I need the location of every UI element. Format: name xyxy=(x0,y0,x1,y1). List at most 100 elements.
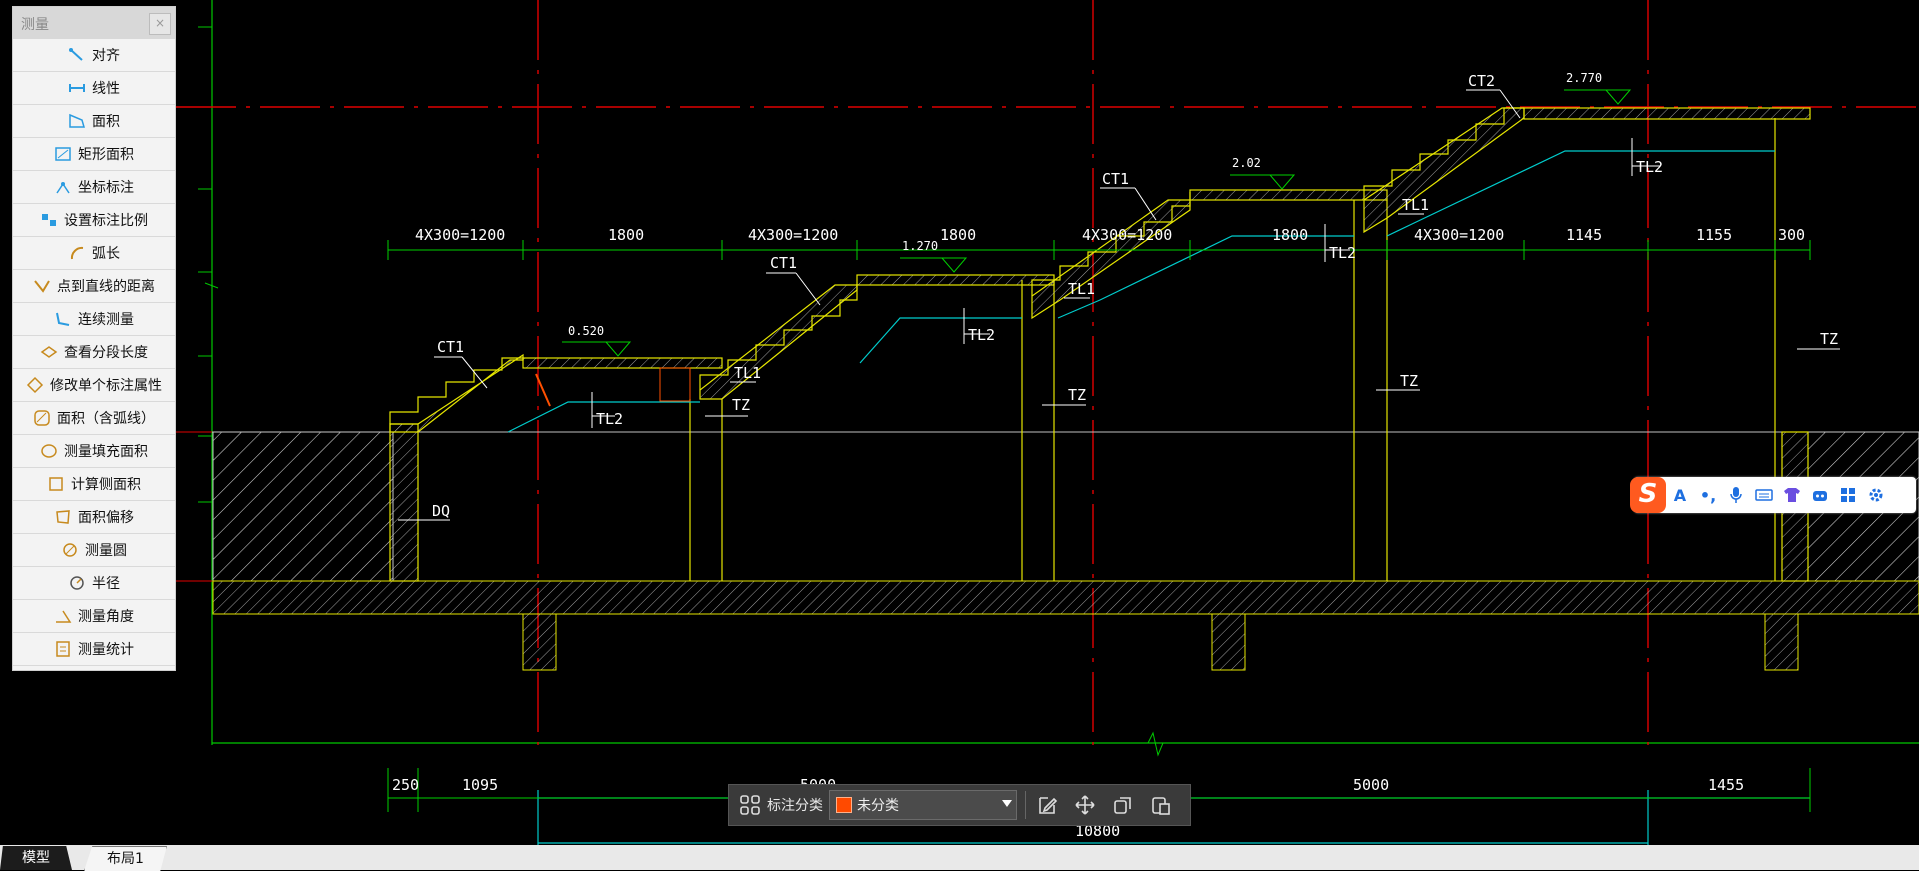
tool-scale[interactable]: 设置标注比例 xyxy=(13,204,175,237)
tool-continuous[interactable]: 连续测量 xyxy=(13,303,175,336)
measure-tool-list: 对齐 线性 面积 矩形面积 坐标标注 设置标注比例 弧长 点到直线的距离 连续测… xyxy=(13,39,175,666)
scale-icon xyxy=(42,214,56,226)
apps-grid-icon[interactable] xyxy=(1834,483,1862,507)
angle-icon xyxy=(56,610,72,623)
tool-aligned[interactable]: 对齐 xyxy=(13,39,175,72)
annotation-toolbar: 标注分类 未分类 xyxy=(728,784,1191,826)
tool-label: 测量填充面积 xyxy=(64,444,148,460)
drawing-text: 4X300=1200 1800 4X300=1200 1800 4X300=12… xyxy=(392,71,1838,840)
label-tl2-c: TL2 xyxy=(1329,244,1356,262)
measure-panel-header[interactable]: 测量 × xyxy=(13,7,175,39)
label-tl2-d: TL2 xyxy=(1636,158,1663,176)
bottom-dim-3: 5000 xyxy=(1353,776,1389,794)
segment-length-icon xyxy=(40,346,58,358)
tool-arc-area[interactable]: 面积（含弧线） xyxy=(13,402,175,435)
tool-label: 连续测量 xyxy=(78,312,134,328)
move-icon[interactable] xyxy=(1072,792,1098,818)
cad-drawing-canvas[interactable]: 4X300=1200 1800 4X300=1200 1800 4X300=12… xyxy=(0,0,1919,870)
arc-area-icon xyxy=(34,410,50,426)
keyboard-icon[interactable] xyxy=(1750,483,1778,507)
panel-title: 测量 xyxy=(21,17,49,33)
tool-circle[interactable]: 测量圆 xyxy=(13,534,175,567)
stair-structure xyxy=(389,107,1811,582)
area-icon xyxy=(69,113,85,128)
copy-icon[interactable] xyxy=(1110,792,1136,818)
label-ct1-c: CT1 xyxy=(1102,170,1129,188)
level-2: 2.02 xyxy=(1232,156,1261,170)
tab-layout1[interactable]: 布局1 xyxy=(84,846,167,871)
layout-tab-bar: 模型 布局1 xyxy=(0,845,1919,871)
label-tz-b: TZ xyxy=(1068,386,1086,404)
tool-linear[interactable]: 线性 xyxy=(13,72,175,105)
tool-label: 面积（含弧线） xyxy=(57,411,155,427)
continuous-measure-icon xyxy=(56,312,70,326)
microphone-icon[interactable] xyxy=(1722,483,1750,507)
tab-model[interactable]: 模型 xyxy=(0,846,72,870)
tool-label: 半径 xyxy=(92,576,120,592)
tool-coordinate[interactable]: 坐标标注 xyxy=(13,171,175,204)
top-dim-1: 1800 xyxy=(608,226,644,244)
tool-angle[interactable]: 测量角度 xyxy=(13,600,175,633)
label-ct2: CT2 xyxy=(1468,72,1495,90)
red-detail xyxy=(535,367,691,407)
point-line-distance-icon xyxy=(34,280,50,293)
label-tl1-c: TL1 xyxy=(1402,196,1429,214)
tool-arc-length[interactable]: 弧长 xyxy=(13,237,175,270)
ime-font-icon[interactable]: A xyxy=(1666,483,1694,507)
tool-label: 测量统计 xyxy=(78,642,134,658)
tool-area-offset[interactable]: 面积偏移 xyxy=(13,501,175,534)
area-offset-icon xyxy=(56,510,70,524)
skin-shirt-icon[interactable] xyxy=(1778,483,1806,507)
arc-length-icon xyxy=(70,246,84,260)
tool-segment-length[interactable]: 查看分段长度 xyxy=(13,336,175,369)
ime-toolbar[interactable]: S A •, xyxy=(1630,477,1916,513)
tool-label: 对齐 xyxy=(92,48,120,64)
bottom-dim-1: 1095 xyxy=(462,776,498,794)
label-tz-c: TZ xyxy=(1400,372,1418,390)
top-dim-6: 4X300=1200 xyxy=(1414,226,1504,244)
rectangle-area-icon xyxy=(55,147,71,161)
tool-label: 修改单个标注属性 xyxy=(50,378,162,394)
paste-icon[interactable] xyxy=(1148,792,1174,818)
tool-point-line[interactable]: 点到直线的距离 xyxy=(13,270,175,303)
label-dq: DQ xyxy=(432,502,450,520)
settings-gear-icon[interactable] xyxy=(1862,483,1890,507)
aligned-dimension-icon xyxy=(69,48,83,61)
tool-hatch-area[interactable]: 测量填充面积 xyxy=(13,435,175,468)
bottom-dim-4: 1455 xyxy=(1708,776,1744,794)
label-tl2-b: TL2 xyxy=(968,326,995,344)
tool-label: 矩形面积 xyxy=(78,147,134,163)
top-dim-3: 1800 xyxy=(940,226,976,244)
tool-label: 测量圆 xyxy=(85,543,127,559)
category-select[interactable]: 未分类 xyxy=(829,790,1017,820)
tool-rect-area[interactable]: 矩形面积 xyxy=(13,138,175,171)
tool-label: 设置标注比例 xyxy=(64,213,148,229)
layout-grid-icon[interactable] xyxy=(737,792,763,818)
tool-radius[interactable]: 半径 xyxy=(13,567,175,600)
radius-icon xyxy=(70,576,84,590)
panel-close-button[interactable]: × xyxy=(149,13,171,35)
chevron-down-icon xyxy=(1002,800,1012,807)
tool-label: 计算侧面积 xyxy=(71,477,141,493)
top-dim-9: 300 xyxy=(1778,226,1805,244)
measure-panel: 测量 × 对齐 线性 面积 矩形面积 坐标标注 设置标注比例 弧长 点到直线的距… xyxy=(12,6,176,671)
robot-icon[interactable] xyxy=(1806,483,1834,507)
statistics-icon xyxy=(56,641,70,657)
ime-logo[interactable]: S xyxy=(1630,477,1666,513)
tool-area[interactable]: 面积 xyxy=(13,105,175,138)
circle-icon xyxy=(63,543,77,557)
level-3: 2.770 xyxy=(1566,71,1602,85)
label-tl1-b: TL1 xyxy=(1068,280,1095,298)
tool-statistics[interactable]: 测量统计 xyxy=(13,633,175,666)
tool-label: 查看分段长度 xyxy=(64,345,148,361)
tool-label: 线性 xyxy=(92,81,120,97)
edit-icon[interactable] xyxy=(1034,792,1060,818)
top-dim-8: 1155 xyxy=(1696,226,1732,244)
top-dim-2: 4X300=1200 xyxy=(748,226,838,244)
ime-punctuation-icon[interactable]: •, xyxy=(1694,483,1722,507)
tool-side-area[interactable]: 计算侧面积 xyxy=(13,468,175,501)
tool-edit-dimension[interactable]: 修改单个标注属性 xyxy=(13,369,175,402)
top-dim-5: 1800 xyxy=(1272,226,1308,244)
tool-label: 坐标标注 xyxy=(78,180,134,196)
tool-label: 面积偏移 xyxy=(78,510,134,526)
